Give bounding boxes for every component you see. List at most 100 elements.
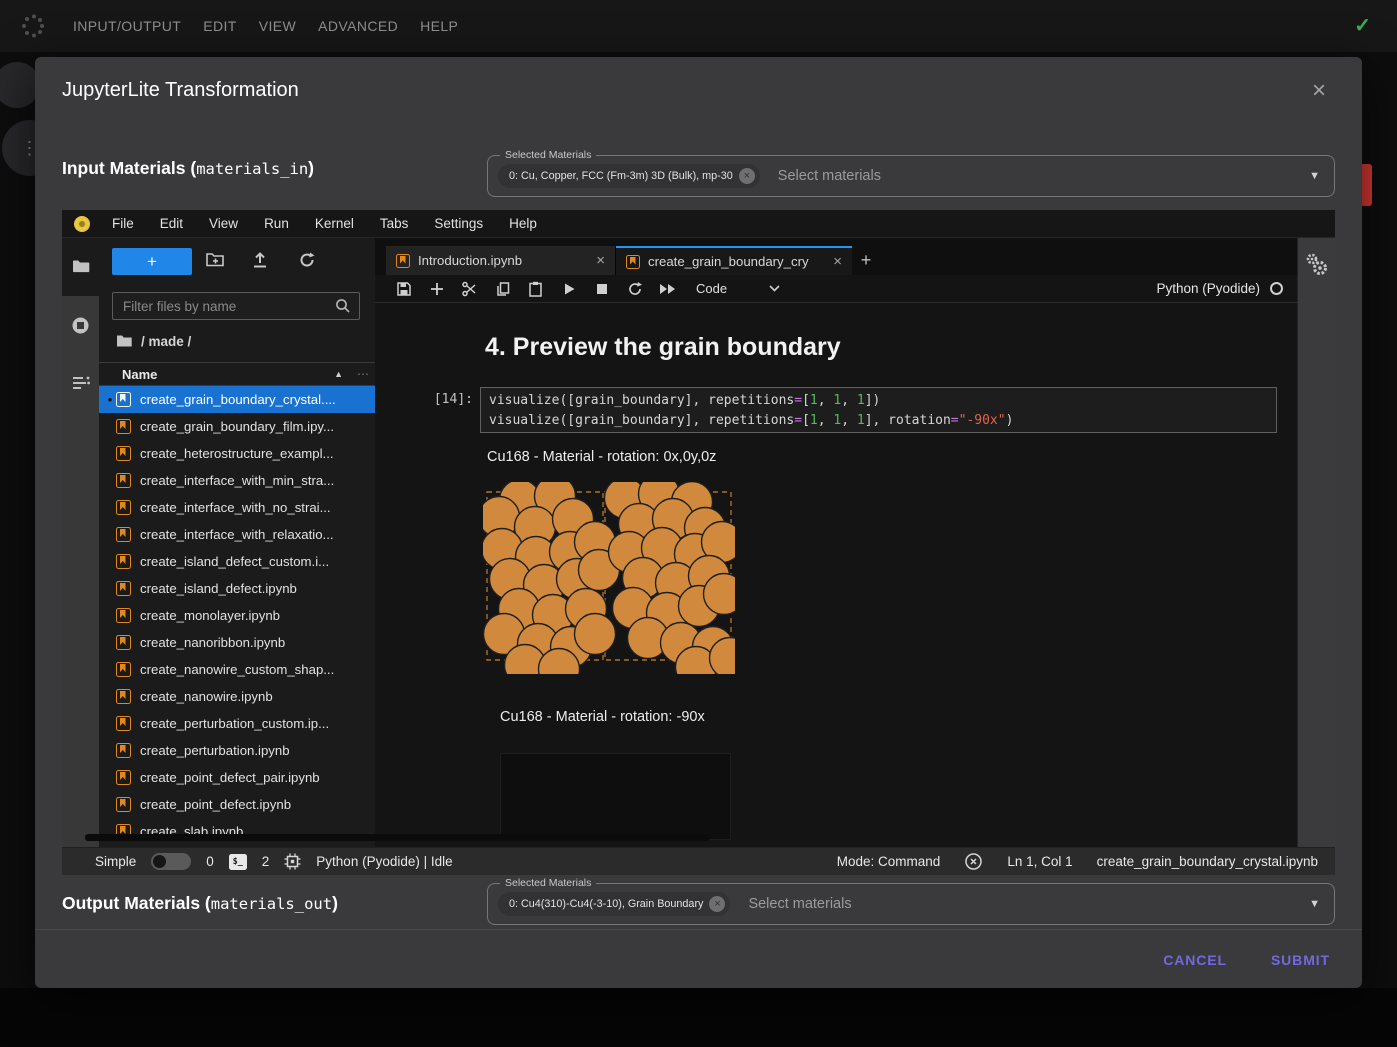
file-browser-tab[interactable] bbox=[62, 258, 99, 274]
chevron-down-icon[interactable]: ▼ bbox=[1309, 170, 1320, 182]
file-row[interactable]: create_nanoribbon.ipynb bbox=[99, 629, 375, 656]
input-materials-select[interactable]: Selected Materials 0: Cu, Copper, FCC (F… bbox=[487, 155, 1335, 197]
tab-label: create_grain_boundary_cry bbox=[648, 254, 827, 269]
close-icon[interactable]: × bbox=[596, 252, 605, 269]
notebook-icon bbox=[116, 743, 131, 758]
save-button[interactable] bbox=[387, 281, 420, 297]
running-kernels-tab[interactable] bbox=[62, 316, 99, 335]
topbar-menu-view[interactable]: VIEW bbox=[248, 18, 307, 34]
notebook-icon bbox=[116, 608, 131, 623]
file-row[interactable]: create_monolayer.ipynb bbox=[99, 602, 375, 629]
file-row[interactable]: create_interface_with_no_strai... bbox=[99, 494, 375, 521]
code-cell[interactable]: visualize([grain_boundary], repetitions=… bbox=[480, 387, 1277, 433]
kernel-running-dot: ● bbox=[104, 395, 116, 404]
trust-indicator-icon[interactable] bbox=[964, 852, 983, 871]
filter-files-input[interactable] bbox=[113, 299, 335, 314]
file-list: ●create_grain_boundary_crystal....create… bbox=[99, 386, 375, 847]
cut-cell-button[interactable] bbox=[453, 281, 486, 297]
command-mode-label[interactable]: Mode: Command bbox=[837, 854, 941, 869]
kernels-count[interactable]: 2 bbox=[262, 854, 270, 869]
active-file-label[interactable]: create_grain_boundary_crystal.ipynb bbox=[1097, 854, 1318, 869]
run-all-button[interactable] bbox=[651, 283, 684, 295]
notebook-content[interactable]: 4. Preview the grain boundary [14]: visu… bbox=[375, 303, 1297, 840]
notebook-icon bbox=[116, 662, 131, 677]
check-icon[interactable]: ✓ bbox=[1354, 13, 1371, 38]
ellipsis-icon[interactable]: ⋯ bbox=[357, 367, 369, 381]
jupyter-menu-settings[interactable]: Settings bbox=[421, 216, 496, 231]
sort-ascending-icon[interactable]: ▲ bbox=[334, 369, 343, 379]
file-row[interactable]: create_point_defect_pair.ipynb bbox=[99, 764, 375, 791]
property-inspector-gears-icon[interactable] bbox=[1304, 252, 1330, 280]
chip-remove-icon[interactable]: × bbox=[739, 168, 755, 184]
table-of-contents-tab[interactable] bbox=[62, 375, 99, 391]
jupyter-menu-file[interactable]: File bbox=[99, 216, 147, 231]
topbar-menu-help[interactable]: HELP bbox=[409, 18, 469, 34]
close-icon[interactable]: × bbox=[1312, 79, 1326, 103]
cell-type-dropdown[interactable]: Code bbox=[696, 281, 780, 296]
add-tab-button[interactable]: + bbox=[852, 246, 880, 275]
new-launcher-button[interactable]: + bbox=[112, 248, 192, 275]
tab-create-grain-boundary[interactable]: create_grain_boundary_cry × bbox=[616, 246, 852, 275]
topbar-menu-edit[interactable]: EDIT bbox=[192, 18, 248, 34]
jupyter-menu-kernel[interactable]: Kernel bbox=[302, 216, 367, 231]
jupyterlite-window: FileEditViewRunKernelTabsSettingsHelp bbox=[62, 210, 1335, 875]
file-row[interactable]: create_island_defect.ipynb bbox=[99, 575, 375, 602]
output-materials-select[interactable]: Selected Materials 0: Cu4(310)-Cu4(-3-10… bbox=[487, 883, 1335, 925]
file-row[interactable]: create_island_defect_custom.i... bbox=[99, 548, 375, 575]
topbar-menu-input-output[interactable]: INPUT/OUTPUT bbox=[62, 18, 192, 34]
notebook-tab-bar: Introduction.ipynb × create_grain_bounda… bbox=[375, 238, 1297, 275]
file-row[interactable]: create_point_defect.ipynb bbox=[99, 791, 375, 818]
upload-button[interactable] bbox=[252, 251, 268, 269]
stop-kernel-button[interactable] bbox=[585, 283, 618, 295]
grain-boundary-visualization[interactable] bbox=[483, 482, 735, 674]
topbar-menu-advanced[interactable]: ADVANCED bbox=[307, 18, 409, 34]
restart-kernel-button[interactable] bbox=[618, 281, 651, 297]
plus-icon: + bbox=[147, 252, 157, 272]
tab-introduction[interactable]: Introduction.ipynb × bbox=[386, 246, 616, 275]
jupyter-menu-view[interactable]: View bbox=[196, 216, 251, 231]
kernel-indicator[interactable]: Python (Pyodide) bbox=[1156, 281, 1297, 296]
cursor-position-label[interactable]: Ln 1, Col 1 bbox=[1007, 854, 1072, 869]
submit-button[interactable]: SUBMIT bbox=[1261, 944, 1340, 976]
refresh-button[interactable] bbox=[298, 251, 316, 269]
file-list-header[interactable]: Name ▲ ⋯ bbox=[99, 362, 375, 386]
copy-cell-button[interactable] bbox=[486, 281, 519, 297]
horizontal-scrollbar[interactable] bbox=[85, 834, 710, 841]
file-row[interactable]: create_heterostructure_exampl... bbox=[99, 440, 375, 467]
terminal-icon[interactable]: $_ bbox=[229, 854, 247, 870]
file-row[interactable]: create_perturbation.ipynb bbox=[99, 737, 375, 764]
new-folder-button[interactable] bbox=[206, 251, 225, 268]
terminals-count[interactable]: 0 bbox=[206, 854, 214, 869]
paste-cell-button[interactable] bbox=[519, 281, 552, 297]
file-row[interactable]: create_interface_with_relaxatio... bbox=[99, 521, 375, 548]
file-row[interactable]: create_perturbation_custom.ip... bbox=[99, 710, 375, 737]
file-row[interactable]: create_interface_with_min_stra... bbox=[99, 467, 375, 494]
app-top-bar: INPUT/OUTPUTEDITVIEWADVANCEDHELP ✓ bbox=[0, 0, 1397, 52]
cpu-icon[interactable] bbox=[284, 853, 301, 870]
output-materials-variable: materials_out bbox=[211, 895, 332, 913]
chevron-down-icon[interactable]: ▼ bbox=[1309, 898, 1320, 910]
file-row[interactable]: ●create_grain_boundary_crystal.... bbox=[99, 386, 375, 413]
kernel-status-label[interactable]: Python (Pyodide) | Idle bbox=[316, 854, 452, 869]
input-material-chip[interactable]: 0: Cu, Copper, FCC (Fm-3m) 3D (Bulk), mp… bbox=[498, 164, 760, 188]
chip-remove-icon[interactable]: × bbox=[709, 896, 725, 912]
file-row[interactable]: create_nanowire.ipynb bbox=[99, 683, 375, 710]
jupyter-menu-edit[interactable]: Edit bbox=[147, 216, 196, 231]
file-row[interactable]: create_grain_boundary_film.ipy... bbox=[99, 413, 375, 440]
cancel-button[interactable]: CANCEL bbox=[1153, 944, 1237, 976]
jupyter-menu-tabs[interactable]: Tabs bbox=[367, 216, 422, 231]
notebook-panel: Introduction.ipynb × create_grain_bounda… bbox=[375, 238, 1297, 847]
insert-cell-button[interactable] bbox=[420, 282, 453, 296]
app-logo-icon bbox=[20, 13, 46, 39]
file-name: create_point_defect_pair.ipynb bbox=[140, 770, 320, 785]
file-row[interactable]: create_nanowire_custom_shap... bbox=[99, 656, 375, 683]
name-column-header[interactable]: Name bbox=[122, 367, 157, 382]
jupyter-menu-help[interactable]: Help bbox=[496, 216, 550, 231]
simple-mode-toggle[interactable] bbox=[151, 853, 191, 870]
close-icon[interactable]: × bbox=[833, 253, 842, 270]
jupyter-menu-run[interactable]: Run bbox=[251, 216, 302, 231]
output-material-chip[interactable]: 0: Cu4(310)-Cu4(-3-10), Grain Boundary × bbox=[498, 892, 730, 916]
dialog-title: JupyterLite Transformation bbox=[62, 79, 299, 102]
breadcrumb[interactable]: / made / bbox=[116, 330, 191, 352]
run-cell-button[interactable] bbox=[552, 282, 585, 296]
